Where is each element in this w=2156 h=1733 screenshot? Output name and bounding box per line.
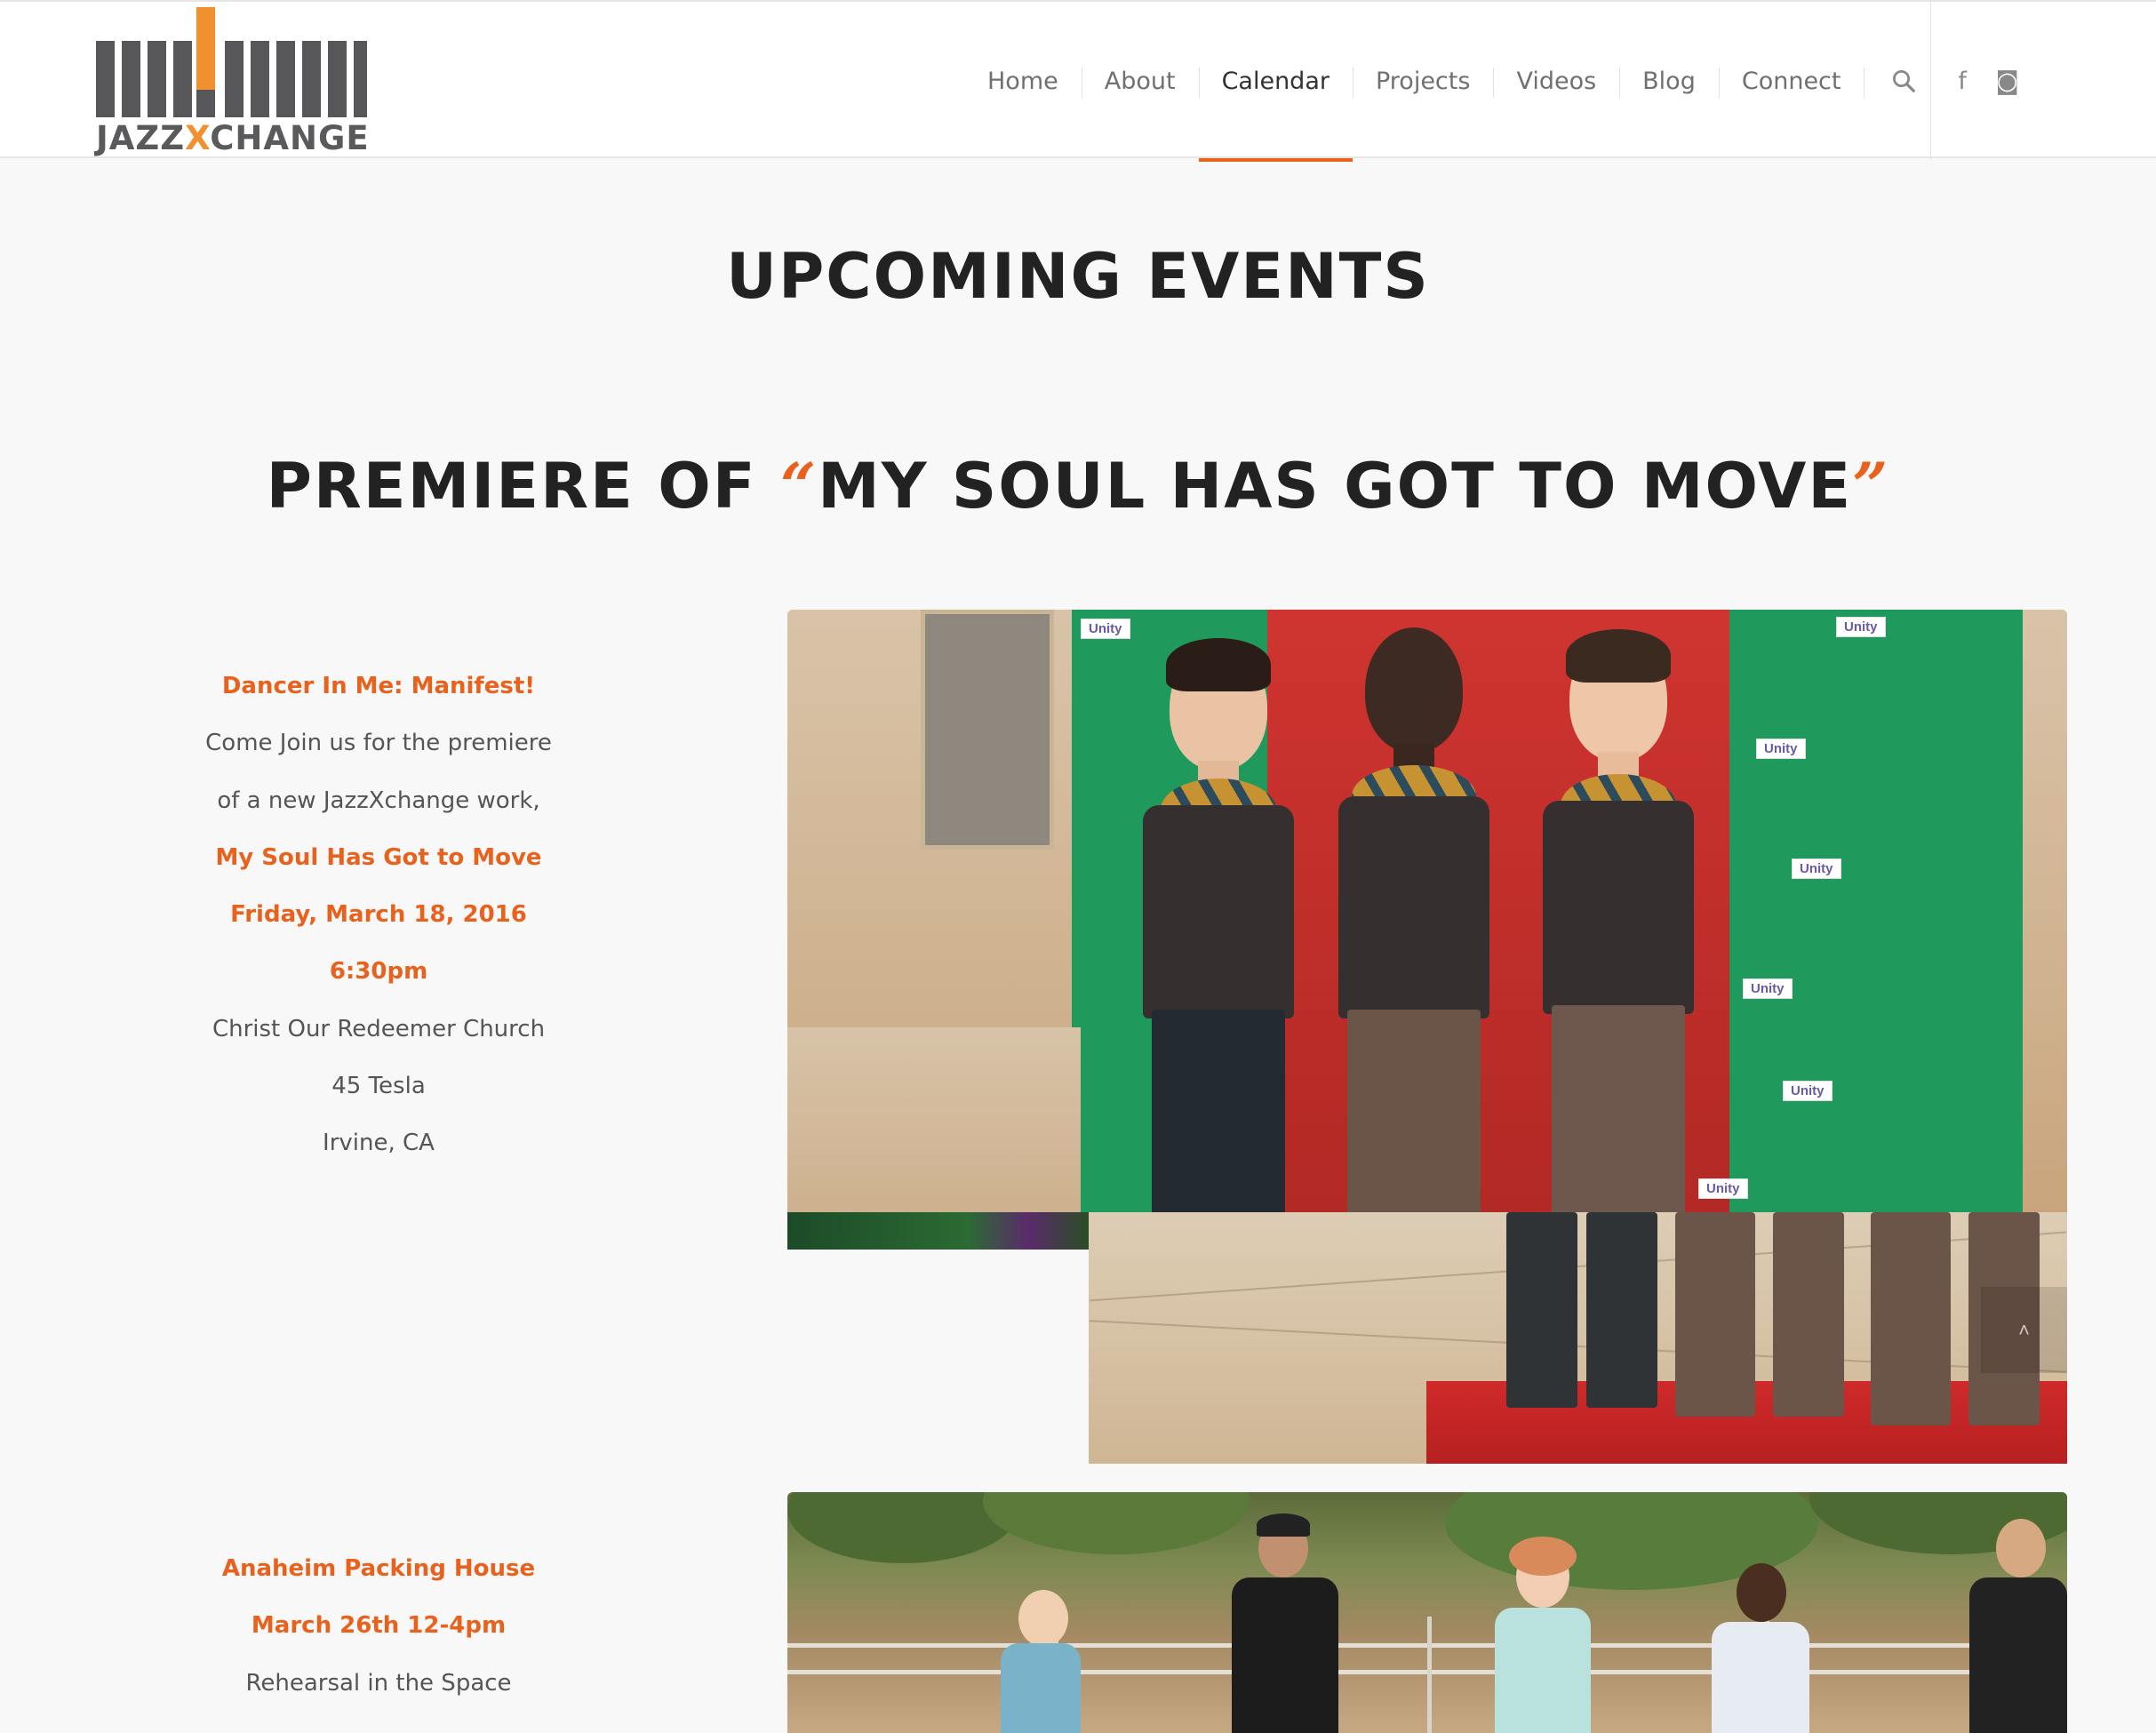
- scroll-to-top-button[interactable]: ˄: [1981, 1287, 2067, 1373]
- event-time: 6:30pm: [329, 958, 428, 986]
- nav-connect[interactable]: Connect: [1718, 2, 1865, 160]
- nav-home[interactable]: Home: [964, 2, 1082, 160]
- event-address: 45 Tesla: [331, 1073, 426, 1100]
- logo-wordmark: JAZZXCHANGE: [96, 119, 370, 157]
- event-description: Come Join us for the premiere: [205, 730, 552, 757]
- banner-label: Unity: [1836, 617, 1886, 637]
- dancer-figure: [1489, 1537, 1596, 1733]
- event-date: Friday, March 18, 2016: [230, 901, 527, 929]
- dancer-figure: [1001, 1590, 1081, 1733]
- event-photo-floor: [1089, 1212, 2067, 1464]
- logo-bars: [96, 7, 367, 117]
- dancer-figure: [1712, 1563, 1809, 1733]
- banner-label: Unity: [1743, 978, 1793, 999]
- nav-calendar[interactable]: Calendar: [1198, 2, 1353, 162]
- search-icon: [1893, 70, 1916, 92]
- event-description: of a new JazzXchange work,: [217, 787, 540, 814]
- open-quote: “: [779, 449, 818, 523]
- event-city: Irvine, CA: [323, 1130, 435, 1157]
- dancer-figure: [1969, 1519, 2067, 1733]
- section-title: PREMIERE OF “MY SOUL HAS GOT TO MOVE”: [266, 449, 1890, 523]
- banner-label: Unity: [1783, 1081, 1833, 1101]
- close-quote: ”: [1852, 449, 1890, 523]
- social-links: f ◙: [1930, 2, 2046, 160]
- banner-label: Unity: [1756, 739, 1806, 759]
- event-work-title: My Soul Has Got to Move: [215, 843, 542, 871]
- main-nav: Home About Calendar Projects Videos Blog…: [964, 2, 1944, 162]
- event-details-2: Anaheim Packing House March 26th 12-4pm …: [178, 1540, 579, 1712]
- page-title: UPCOMING EVENTS: [726, 240, 1430, 313]
- nav-about[interactable]: About: [1081, 2, 1199, 160]
- event-name: Dancer In Me: Manifest!: [221, 673, 536, 699]
- facebook-icon[interactable]: f: [1958, 68, 1967, 95]
- banner-label: Unity: [1792, 859, 1841, 879]
- nav-videos[interactable]: Videos: [1493, 2, 1619, 160]
- banner-label: Unity: [1698, 1178, 1748, 1199]
- event-venue: Christ Our Redeemer Church: [212, 1015, 546, 1042]
- jazzxchange-logo[interactable]: JAZZXCHANGE: [96, 7, 370, 158]
- event-name: Anaheim Packing House: [221, 1555, 536, 1582]
- nav-blog[interactable]: Blog: [1619, 2, 1719, 160]
- photo-strip: [787, 1212, 1089, 1250]
- event-description: Rehearsal in the Space: [245, 1669, 512, 1697]
- event-date: March 26th 12-4pm: [251, 1612, 507, 1640]
- event-photo-packing-house: [787, 1492, 2067, 1733]
- event-photo-dancers: Unity Unity Unity Unity Unity Unity Unit…: [787, 610, 2067, 1212]
- dancer-figure: [1232, 1513, 1338, 1733]
- banner-label: Unity: [1081, 619, 1130, 639]
- nav-projects[interactable]: Projects: [1352, 2, 1493, 160]
- event-details-1: Dancer In Me: Manifest! Come Join us for…: [178, 658, 579, 1172]
- instagram-icon[interactable]: ◙: [1995, 68, 2018, 95]
- site-header: JAZZXCHANGE Home About Calendar Projects…: [0, 0, 2156, 162]
